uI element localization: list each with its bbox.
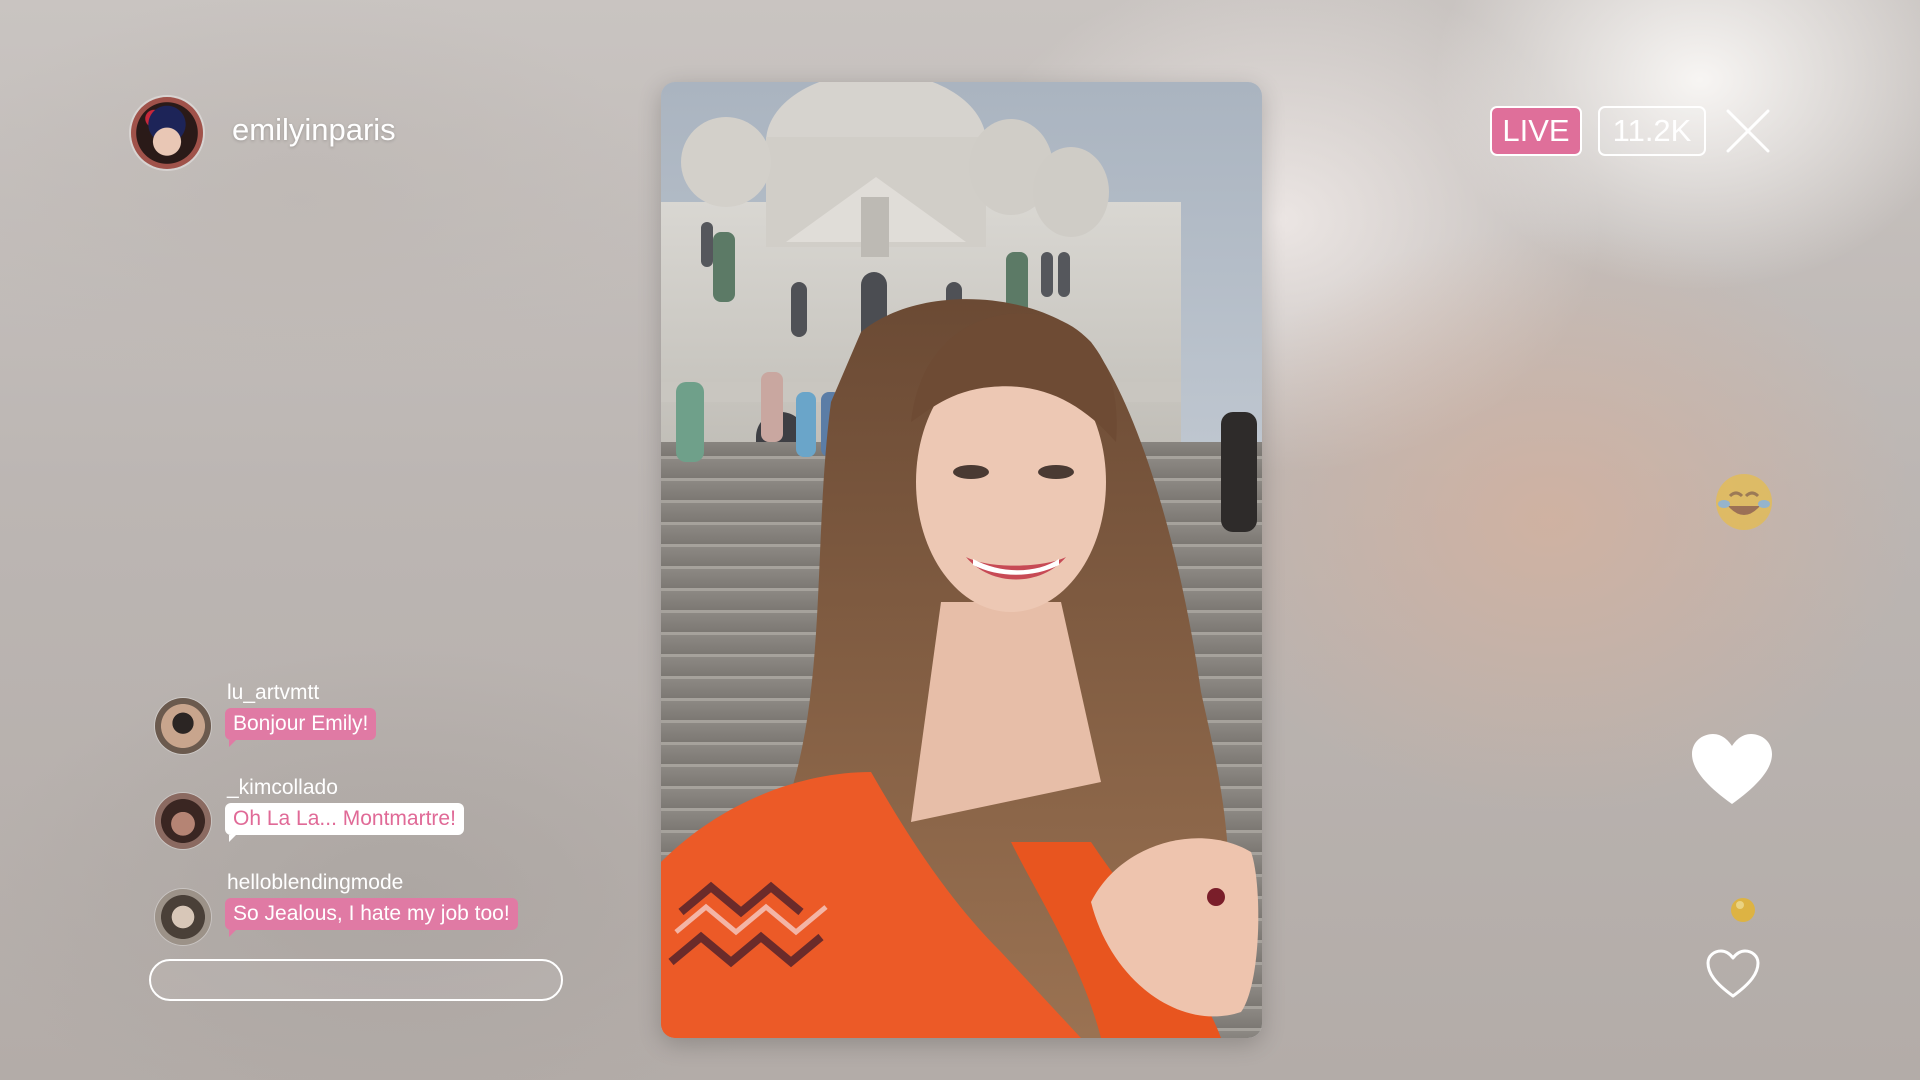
host-username[interactable]: emilyinparis bbox=[232, 112, 396, 148]
comment-username[interactable]: helloblendingmode bbox=[227, 871, 403, 895]
commenter-avatar[interactable] bbox=[155, 793, 211, 849]
comment-message: So Jealous, I hate my job too! bbox=[225, 898, 518, 937]
live-video[interactable] bbox=[661, 82, 1262, 1038]
heart-outline-icon[interactable] bbox=[1705, 948, 1761, 1000]
yellow-orb-icon bbox=[1731, 898, 1755, 922]
heart-icon bbox=[1692, 734, 1772, 804]
viewer-count-badge: 11.2K bbox=[1598, 106, 1706, 156]
comment-username[interactable]: lu_artvmtt bbox=[227, 681, 319, 705]
live-badge: LIVE bbox=[1490, 106, 1582, 156]
live-video-image bbox=[661, 82, 1262, 1038]
commenter-avatar[interactable] bbox=[155, 889, 211, 945]
comment-username[interactable]: _kimcollado bbox=[227, 776, 338, 800]
comment-message: Oh La La... Montmartre! bbox=[225, 803, 464, 842]
comment-message: Bonjour Emily! bbox=[225, 708, 377, 747]
laughing-emoji-icon bbox=[1716, 474, 1772, 530]
close-icon[interactable] bbox=[1724, 107, 1772, 155]
comment-input[interactable] bbox=[149, 959, 563, 1001]
host-avatar[interactable] bbox=[131, 97, 203, 169]
commenter-avatar[interactable] bbox=[155, 698, 211, 754]
